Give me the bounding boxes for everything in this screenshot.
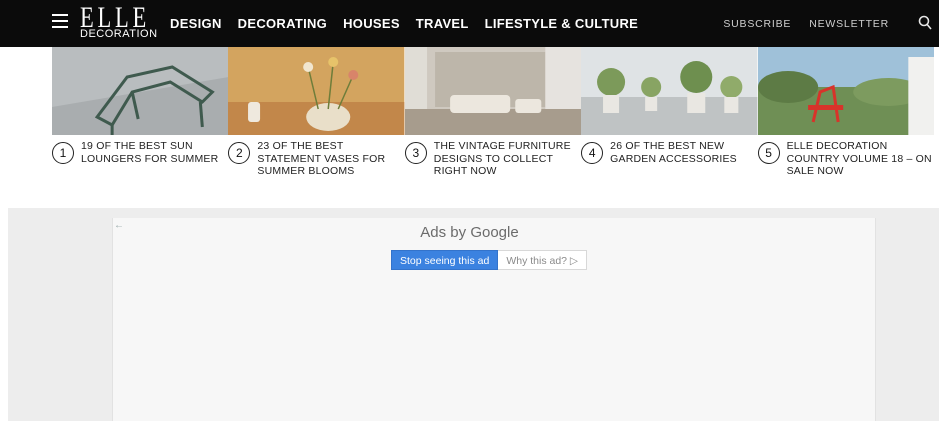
ad-feedback-buttons: Stop seeing this ad Why this ad? ▷ <box>391 250 587 270</box>
article-number: 1 <box>52 142 74 164</box>
ads-by-google-label: Ads by Google <box>420 224 519 241</box>
nav-item-design[interactable]: DESIGN <box>170 16 222 31</box>
article-title[interactable]: 23 OF THE BEST STATEMENT VASES FOR SUMME… <box>257 140 404 178</box>
article-image-country-volume[interactable] <box>757 47 934 135</box>
article-image-vases[interactable] <box>228 47 405 135</box>
nav-item-travel[interactable]: TRAVEL <box>416 16 469 31</box>
article-list: 1 19 OF THE BEST SUN LOUNGERS FOR SUMMER… <box>52 140 934 178</box>
article-item[interactable]: 4 26 OF THE BEST NEW GARDEN ACCESSORIES <box>581 140 757 178</box>
menu-icon[interactable] <box>52 14 68 30</box>
article-number: 4 <box>581 142 604 164</box>
article-number: 3 <box>404 142 427 164</box>
article-title[interactable]: THE VINTAGE FURNITURE DESIGNS TO COLLECT… <box>434 140 581 178</box>
article-title[interactable]: ELLE DECORATION COUNTRY VOLUME 18 – ON S… <box>787 140 934 178</box>
search-icon[interactable] <box>918 15 932 31</box>
ad-container <box>112 218 876 421</box>
stop-seeing-ad-button[interactable]: Stop seeing this ad <box>391 250 499 270</box>
article-title[interactable]: 19 OF THE BEST SUN LOUNGERS FOR SUMMER <box>81 140 228 165</box>
logo-main-text: ELLE <box>80 1 150 34</box>
secondary-nav: SUBSCRIBE NEWSLETTER <box>723 18 889 30</box>
article-image-sun-lounger[interactable] <box>52 47 229 135</box>
article-title[interactable]: 26 OF THE BEST NEW GARDEN ACCESSORIES <box>610 140 757 165</box>
article-item[interactable]: 2 23 OF THE BEST STATEMENT VASES FOR SUM… <box>228 140 404 178</box>
article-image-strip <box>52 47 934 135</box>
nav-item-decorating[interactable]: DECORATING <box>238 16 327 31</box>
site-logo[interactable]: ELLE DECORATION <box>80 1 158 43</box>
article-item[interactable]: 1 19 OF THE BEST SUN LOUNGERS FOR SUMMER <box>52 140 228 178</box>
subscribe-link[interactable]: SUBSCRIBE <box>723 18 791 30</box>
newsletter-link[interactable]: NEWSLETTER <box>809 18 889 30</box>
article-item[interactable]: 3 THE VINTAGE FURNITURE DESIGNS TO COLLE… <box>404 140 581 178</box>
why-this-ad-button[interactable]: Why this ad? ▷ <box>498 250 587 270</box>
article-number: 2 <box>228 142 251 164</box>
top-navigation-bar: ELLE DECORATION DESIGN DECORATING HOUSES… <box>0 0 939 47</box>
nav-item-lifestyle-culture[interactable]: LIFESTYLE & CULTURE <box>485 16 639 31</box>
article-item[interactable]: 5 ELLE DECORATION COUNTRY VOLUME 18 – ON… <box>757 140 934 178</box>
main-nav: DESIGN DECORATING HOUSES TRAVEL LIFESTYL… <box>170 16 638 31</box>
article-image-garden-accessories[interactable] <box>581 47 758 135</box>
nav-item-houses[interactable]: HOUSES <box>343 16 400 31</box>
article-number: 5 <box>757 142 780 164</box>
article-image-vintage-furniture[interactable] <box>404 47 582 135</box>
